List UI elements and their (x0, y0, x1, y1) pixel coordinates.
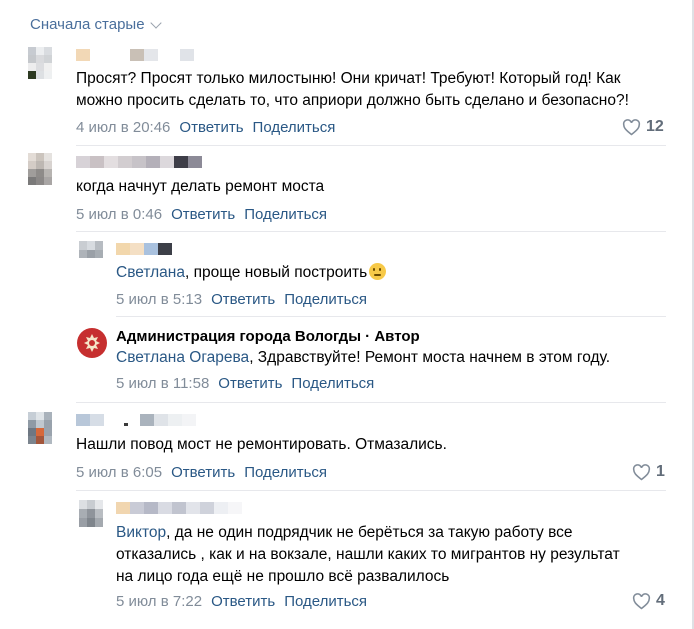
author-name-redacted (116, 243, 172, 255)
comment-date[interactable]: 5 июл в 6:05 (76, 464, 162, 481)
comment-date[interactable]: 4 июл в 20:46 (76, 119, 170, 136)
reply-button[interactable]: Ответить (211, 593, 275, 610)
avatar (28, 47, 52, 87)
reply-button[interactable]: Ответить (218, 375, 282, 392)
reply-text: , да не один подрядчик не берёться за та… (166, 524, 573, 541)
mention-link[interactable]: Виктор (116, 524, 166, 541)
comment-date[interactable]: 5 июл в 0:46 (76, 206, 162, 223)
comment-divider (76, 490, 666, 491)
comment-text-line: Просят? Просят только милостыню! Они кри… (76, 70, 621, 87)
comment-meta: 5 июл в 6:05 Ответить Поделиться (76, 464, 327, 481)
avatar (28, 412, 52, 452)
share-button[interactable]: Поделиться (244, 206, 327, 223)
mention-link[interactable]: Светлана (116, 264, 185, 281)
chevron-down-icon (149, 16, 162, 29)
share-button[interactable]: Поделиться (284, 593, 367, 610)
like-button[interactable]: 1 (632, 463, 665, 481)
avatar (28, 153, 52, 193)
comment-text-line: Виктор, да не один подрядчик не берёться… (116, 522, 573, 544)
heart-outline-icon (632, 463, 651, 480)
thinking-face-emoji (369, 263, 387, 280)
comment-meta: 5 июл в 11:58 Ответить Поделиться (116, 375, 374, 392)
comment-text-line: можно просить сделать то, что априори до… (76, 92, 629, 109)
author-name-redacted (76, 414, 196, 426)
comment-meta: 5 июл в 5:13 Ответить Поделиться (116, 291, 367, 308)
author-name-redacted (116, 502, 242, 514)
avatar (79, 241, 103, 267)
comment-divider (76, 402, 666, 403)
city-coat-of-arms-icon[interactable] (77, 328, 107, 358)
reply-button[interactable]: Ответить (171, 464, 235, 481)
share-button[interactable]: Поделиться (253, 119, 336, 136)
comment-meta: 5 июл в 7:22 Ответить Поделиться (116, 593, 367, 610)
comment-divider (76, 145, 666, 146)
reply-button[interactable]: Ответить (171, 206, 235, 223)
comment-text-line: когда начнут делать ремонт моста (76, 178, 325, 195)
like-count: 12 (646, 118, 664, 135)
avatar (79, 500, 103, 536)
comment-divider (116, 316, 666, 317)
comment-text-line: Светлана, проще новый построить (116, 262, 387, 284)
coat-of-arms-graphic (84, 334, 100, 352)
reply-text: , Здравствуйте! Ремонт моста начнем в эт… (249, 349, 611, 366)
heart-outline-icon (622, 118, 641, 135)
like-count: 4 (656, 592, 665, 609)
comment-date[interactable]: 5 июл в 11:58 (116, 375, 209, 392)
share-button[interactable]: Поделиться (244, 464, 327, 481)
comment-text-line: на лицо года ещё не прошло всё развалило… (116, 568, 450, 585)
reply-button[interactable]: Ответить (211, 291, 275, 308)
comment-date[interactable]: 5 июл в 7:22 (116, 593, 202, 610)
like-count: 1 (656, 463, 665, 480)
comment-divider (76, 231, 666, 232)
author-name-redacted (76, 49, 194, 61)
like-button[interactable]: 4 (632, 592, 665, 610)
share-button[interactable]: Поделиться (284, 291, 367, 308)
comment-text-line: Нашли повод мост не ремонтировать. Отмаз… (76, 436, 447, 453)
author-name-redacted (76, 156, 202, 168)
like-button[interactable]: 12 (622, 118, 664, 136)
reply-button[interactable]: Ответить (179, 119, 243, 136)
comment-meta: 4 июл в 20:46 Ответить Поделиться (76, 119, 335, 136)
reply-text: , проще новый построить (184, 264, 368, 281)
comment-text-line: Светлана Огарева, Здравствуйте! Ремонт м… (116, 347, 610, 369)
comment-meta: 5 июл в 0:46 Ответить Поделиться (76, 206, 327, 223)
author-name[interactable]: Администрация города Вологды · Автор (116, 328, 420, 345)
heart-outline-icon (632, 592, 651, 609)
comment-date[interactable]: 5 июл в 5:13 (116, 291, 202, 308)
sort-label: Сначала старые (30, 16, 145, 33)
sort-dropdown[interactable]: Сначала старые (30, 16, 162, 33)
comment-text-line: отказались , как и на вокзале, нашли как… (116, 546, 620, 563)
share-button[interactable]: Поделиться (291, 375, 374, 392)
mention-link[interactable]: Светлана Огарева (116, 349, 249, 366)
